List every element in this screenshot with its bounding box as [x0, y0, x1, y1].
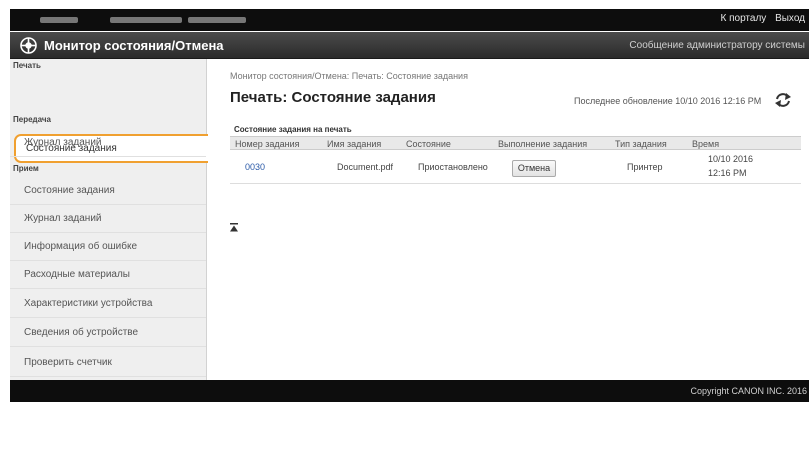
column-time: Время [692, 139, 720, 149]
job-type: Принтер [627, 162, 663, 172]
sidebar: Печать Состояние задания Передача Журнал… [10, 59, 217, 380]
footer: Copyright CANON INC. 2016 [10, 380, 809, 402]
sidebar-section-print: Печать [13, 61, 41, 70]
job-number-link[interactable]: 0030 [245, 162, 265, 172]
sidebar-item-receive-job-status[interactable]: Состояние задания [10, 177, 206, 205]
blurred-device-name [40, 17, 78, 23]
sidebar-item-device-features[interactable]: Характеристики устройства [10, 290, 206, 318]
sidebar-section-receive: Прием [13, 164, 39, 173]
page-top-arrow-icon[interactable] [230, 223, 238, 232]
sidebar-section-send: Передача [13, 115, 51, 124]
sidebar-item-check-counter[interactable]: Проверить счетчик [10, 349, 206, 377]
job-name: Document.pdf [337, 162, 394, 172]
page-title: Печать: Состояние задания [230, 89, 436, 106]
main-content: Монитор состояния/Отмена: Печать: Состоя… [208, 59, 809, 380]
column-status: Состояние [406, 139, 451, 149]
top-bar: К порталу Выход [10, 9, 809, 31]
copyright-text: Copyright CANON INC. 2016 [690, 386, 807, 396]
column-job-type: Тип задания [615, 139, 667, 149]
job-time-date: 10/10 2016 [708, 154, 754, 164]
table-row: 0030 Document.pdf Приостановлено Отмена … [230, 150, 801, 184]
logout-link[interactable]: Выход [775, 13, 805, 24]
admin-message-link[interactable]: Сообщение администратору системы [629, 40, 805, 51]
cancel-button[interactable]: Отмена [512, 160, 556, 177]
last-update-text: Последнее обновление 10/10 2016 12:16 PM [574, 96, 762, 106]
sidebar-item-error-info[interactable]: Информация об ошибке [10, 233, 206, 261]
sidebar-item-receive-job-log[interactable]: Журнал заданий [10, 205, 206, 233]
table-header: Номер задания Имя задания Состояние Выпо… [230, 136, 801, 150]
sidebar-item-send-job-log[interactable]: Журнал заданий [10, 129, 206, 157]
blurred-device-address [188, 17, 246, 23]
title-bar: Монитор состояния/Отмена Сообщение админ… [10, 32, 809, 59]
top-links: К порталу Выход [715, 13, 806, 24]
column-job-action: Выполнение задания [498, 139, 588, 149]
canon-monitor-logo-icon [20, 37, 37, 54]
app-title: Монитор состояния/Отмена [44, 38, 224, 53]
job-status: Приостановлено [418, 162, 488, 172]
print-job-status-panel: Состояние задания на печать Номер задани… [230, 125, 801, 184]
column-job-name: Имя задания [327, 139, 382, 149]
blurred-device-model [110, 17, 182, 23]
job-time-clock: 12:16 PM [708, 168, 747, 178]
panel-title: Состояние задания на печать [234, 125, 352, 134]
sidebar-item-consumables[interactable]: Расходные материалы [10, 261, 206, 289]
breadcrumb[interactable]: Монитор состояния/Отмена: Печать: Состоя… [230, 71, 468, 81]
sidebar-item-device-info[interactable]: Сведения об устройстве [10, 319, 206, 347]
refresh-icon[interactable] [774, 92, 792, 108]
portal-link[interactable]: К порталу [721, 13, 767, 24]
column-job-number: Номер задания [235, 139, 300, 149]
